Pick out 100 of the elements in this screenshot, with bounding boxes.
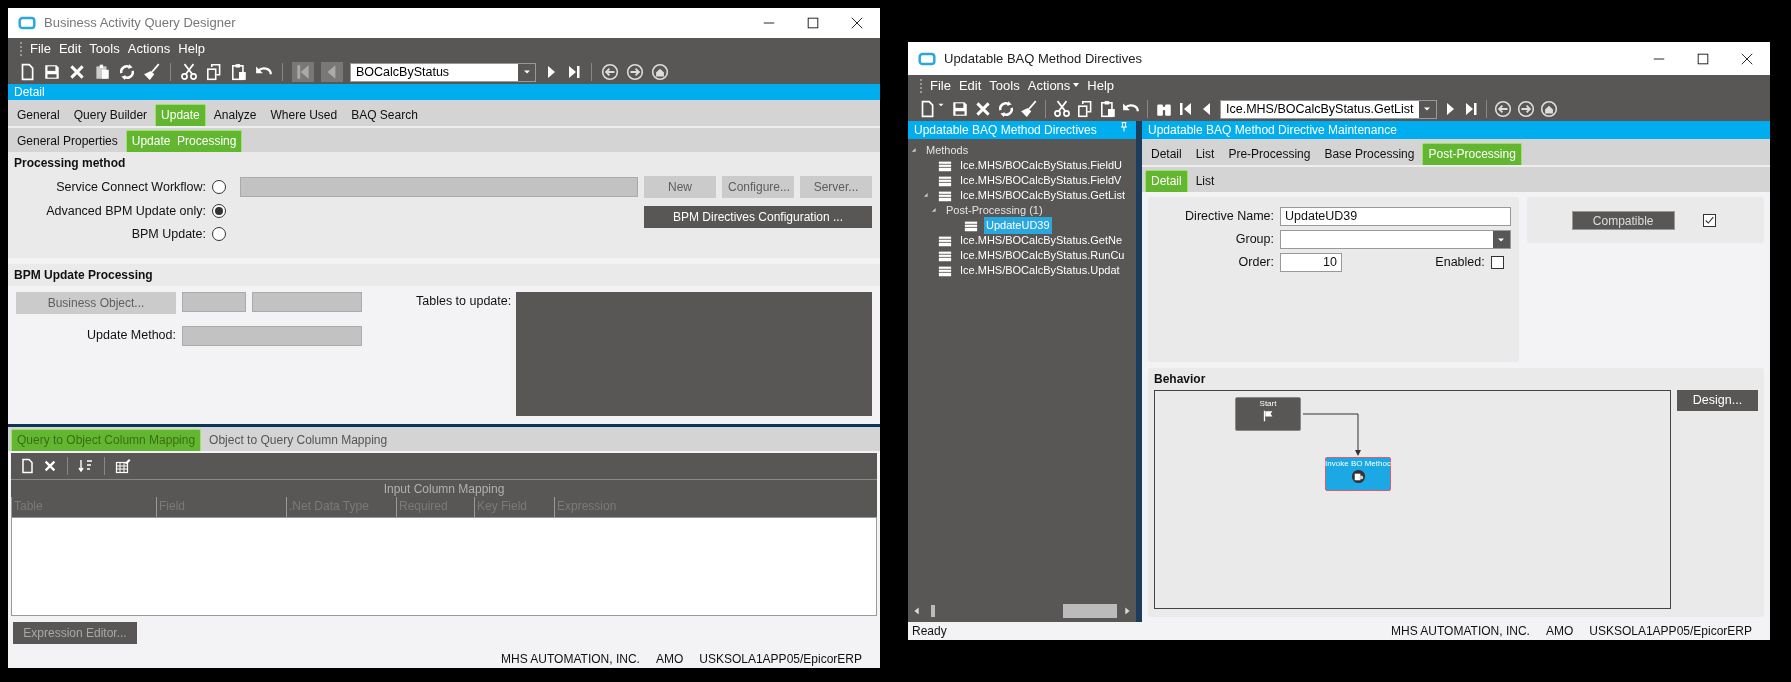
menu-item[interactable]: Edit: [58, 39, 82, 59]
radio-button[interactable]: [212, 227, 226, 242]
scrollbar-thumb[interactable]: [1063, 604, 1117, 618]
input-field[interactable]: [182, 291, 246, 312]
scrollbar-thumb[interactable]: [931, 605, 935, 617]
tab[interactable]: BAQ Search: [345, 104, 424, 126]
paste-icon[interactable]: [230, 63, 248, 81]
tab[interactable]: Query Builder: [67, 104, 154, 126]
tree-item[interactable]: Post-Processing (1): [944, 202, 1045, 219]
window-title: Business Activity Query Designer: [44, 14, 236, 33]
forward-icon[interactable]: [626, 63, 644, 81]
menu-item[interactable]: Edit: [958, 76, 982, 96]
tab[interactable]: List: [1189, 170, 1221, 192]
menu-item[interactable]: Actions: [127, 39, 171, 59]
field-label: Group:: [1234, 231, 1274, 249]
tab[interactable]: General: [11, 104, 66, 126]
cut-icon[interactable]: [1053, 100, 1071, 118]
tab[interactable]: List: [1189, 143, 1221, 165]
radio-button[interactable]: [212, 180, 226, 194]
input-field[interactable]: [252, 291, 362, 312]
button[interactable]: BPM Directives Configuration ...: [644, 206, 872, 228]
delete-icon[interactable]: [43, 458, 57, 473]
sort-icon[interactable]: [78, 457, 94, 474]
pane-title: Updatable BAQ Method Directive Maintenance: [1148, 122, 1397, 139]
radio-label: BPM Update:: [130, 225, 206, 243]
tab[interactable]: Pre-Processing: [1222, 143, 1317, 165]
home-icon[interactable]: [651, 63, 669, 81]
mapping-grid[interactable]: [11, 516, 877, 616]
start-node[interactable]: Start: [1235, 397, 1301, 431]
tree-item[interactable]: Ice.MHS/BOCalcByStatus.FieldV: [958, 172, 1124, 189]
copy-icon[interactable]: [205, 63, 223, 81]
tree-item[interactable]: Ice.MHS/BOCalcByStatus.FieldU: [958, 157, 1124, 174]
workflow-field[interactable]: [240, 177, 638, 197]
record-combo-box[interactable]: Ice.MHS/BOCalcByStatus.GetList: [1220, 99, 1437, 119]
compatible-checkbox[interactable]: [1702, 213, 1716, 227]
section-title: Processing method: [13, 155, 127, 172]
tab[interactable]: Where Used: [264, 104, 344, 126]
compatible-button[interactable]: Compatible: [1571, 210, 1675, 230]
clipboard-icon[interactable]: [93, 63, 111, 81]
save-icon[interactable]: [951, 100, 969, 118]
record-combo-box[interactable]: BOCalcByStatus: [350, 62, 536, 82]
order-field[interactable]: 10: [1280, 253, 1342, 272]
maximize-icon[interactable]: [1696, 51, 1710, 66]
section-title: BPM Update Processing: [13, 266, 154, 284]
menu-item[interactable]: Help: [178, 39, 206, 59]
check-icon: [1703, 214, 1715, 226]
close-icon[interactable]: [1740, 51, 1754, 66]
status-text: USKSOLA1APP05/EpicorERP: [1589, 623, 1752, 640]
tree-item[interactable]: Ice.MHS/BOCalcByStatus.GetNe: [958, 232, 1124, 249]
directive-name-field[interactable]: UpdateUD39: [1280, 207, 1511, 226]
tab[interactable]: Detail: [1145, 143, 1188, 165]
pane-title: Updatable BAQ Method Directives: [914, 122, 1098, 139]
status-text: AMO: [1545, 623, 1574, 640]
status-text: USKSOLA1APP05/EpicorERP: [699, 651, 862, 668]
table-edit-icon[interactable]: [115, 457, 131, 474]
status-text: MHS AUTOMATION, INC.: [1391, 623, 1530, 640]
back-icon[interactable]: [601, 63, 619, 81]
broom-icon[interactable]: [1020, 100, 1038, 118]
menu-item[interactable]: Help: [1087, 76, 1115, 96]
menu-item[interactable]: File: [930, 76, 951, 96]
delete-icon[interactable]: [68, 63, 86, 81]
broom-icon[interactable]: [143, 63, 161, 81]
field-label: Order:: [1237, 254, 1274, 272]
field-label: Update Method:: [86, 327, 176, 345]
refresh-icon[interactable]: [997, 100, 1015, 118]
close-icon[interactable]: [850, 16, 864, 30]
app-icon: [18, 14, 36, 32]
home-icon[interactable]: [1539, 100, 1558, 118]
paste-icon[interactable]: [1099, 100, 1117, 118]
menu-item[interactable]: Actions: [1027, 76, 1080, 96]
radio-button[interactable]: [212, 204, 226, 219]
tab[interactable]: Object to Query Column Mapping: [203, 428, 394, 451]
tree-item[interactable]: Ice.MHS/BOCalcByStatus.RunCu: [958, 247, 1127, 264]
cut-icon[interactable]: [180, 63, 198, 81]
last-record-icon[interactable]: [566, 64, 582, 80]
copy-icon[interactable]: [1076, 100, 1094, 118]
delete-icon[interactable]: [974, 100, 992, 118]
tab[interactable]: Analyze: [207, 104, 263, 126]
panel-title: Detail: [14, 84, 45, 100]
menu-item[interactable]: Tools: [989, 76, 1020, 96]
back-icon[interactable]: [1493, 100, 1512, 118]
section-title: Behavior: [1154, 371, 1207, 388]
new-row-icon[interactable]: [19, 457, 35, 474]
design-button[interactable]: Design...: [1677, 390, 1758, 411]
refresh-icon[interactable]: [118, 63, 136, 81]
tree-item[interactable]: Ice.MHS/BOCalcByStatus.Updat: [958, 262, 1122, 279]
first-record-icon[interactable]: [1178, 101, 1194, 117]
group-dropdown[interactable]: [1280, 230, 1511, 249]
maximize-icon[interactable]: [806, 16, 820, 30]
save-icon[interactable]: [43, 63, 61, 81]
menu-item[interactable]: File: [30, 39, 51, 59]
forward-icon[interactable]: [1516, 100, 1535, 118]
tab[interactable]: General Properties: [11, 130, 124, 152]
enabled-checkbox[interactable]: [1490, 256, 1504, 269]
tree-item[interactable]: Ice.MHS/BOCalcByStatus.GetList: [958, 187, 1128, 204]
tree-item[interactable]: Methods: [924, 142, 971, 159]
tab[interactable]: Base Processing: [1318, 143, 1421, 165]
update-method-field[interactable]: [182, 325, 362, 346]
field-label: Tables to update:: [416, 292, 510, 310]
menu-item[interactable]: Tools: [89, 39, 120, 59]
